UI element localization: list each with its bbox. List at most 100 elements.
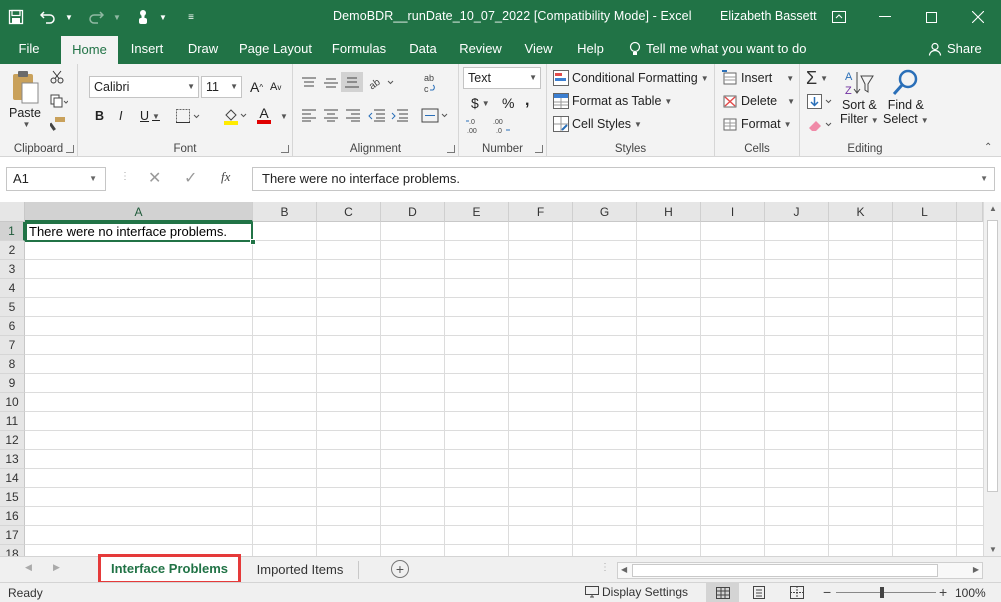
delete-cells-button[interactable]: Delete ▼ <box>722 93 795 109</box>
worksheet-grid[interactable]: A B C D E F G H I J K L 1 2 3 4 5 6 7 8 … <box>0 202 1001 556</box>
column-header-k[interactable]: K <box>829 202 893 222</box>
zoom-in-icon[interactable]: + <box>939 584 947 600</box>
fill-handle[interactable] <box>250 239 256 245</box>
tab-review[interactable]: Review <box>455 34 506 64</box>
sheet-scroll-right-icon[interactable]: ▶ <box>53 562 60 573</box>
row-header-4[interactable]: 4 <box>0 279 25 298</box>
collapse-ribbon-icon[interactable]: ⌃ <box>984 142 992 153</box>
decrease-font-size-button[interactable]: Av <box>270 81 281 93</box>
maximize-icon[interactable] <box>908 0 954 34</box>
align-left-icon[interactable] <box>301 108 317 122</box>
scroll-up-icon[interactable]: ▲ <box>989 204 997 213</box>
top-align-icon[interactable] <box>301 76 317 90</box>
paste-button[interactable]: Paste ▼ <box>9 70 41 129</box>
font-launcher-icon[interactable] <box>281 145 289 153</box>
decrease-indent-icon[interactable] <box>368 108 386 122</box>
display-settings-button[interactable]: Display Settings <box>585 585 688 599</box>
vertical-scrollbar[interactable]: ▲ ▼ <box>983 202 1001 556</box>
increase-font-size-button[interactable]: A ^ <box>250 79 263 95</box>
row-header-3[interactable]: 3 <box>0 260 25 279</box>
cut-icon[interactable] <box>50 70 64 84</box>
minimize-icon[interactable] <box>862 0 908 34</box>
column-header-h[interactable]: H <box>637 202 701 222</box>
sheet-tab-interface-problems[interactable]: Interface Problems <box>98 554 241 584</box>
row-header-2[interactable]: 2 <box>0 241 25 260</box>
insert-cells-button[interactable]: Insert ▼ <box>722 70 794 86</box>
bottom-align-icon[interactable] <box>341 72 363 92</box>
font-family-select[interactable]: Calibri ▼ <box>89 76 199 98</box>
row-header-17[interactable]: 17 <box>0 526 25 545</box>
touch-dropdown-icon[interactable]: ▼ <box>156 6 170 28</box>
column-header-a[interactable]: A <box>25 202 253 222</box>
column-header-d[interactable]: D <box>381 202 445 222</box>
paste-dropdown-icon[interactable]: ▼ <box>23 120 31 129</box>
name-box[interactable]: A1 ▼ <box>6 167 106 191</box>
align-right-icon[interactable] <box>345 108 361 122</box>
sort-filter-button[interactable]: AZ Sort & Filter ▼ <box>840 68 879 126</box>
wrap-text-icon[interactable]: ab c <box>423 72 439 94</box>
merge-center-icon[interactable] <box>421 108 451 124</box>
name-box-dropdown-icon[interactable]: ▼ <box>89 168 97 190</box>
touch-mode-icon[interactable] <box>136 6 150 28</box>
column-header-partial[interactable] <box>957 202 983 222</box>
font-color-button[interactable]: A <box>257 106 271 124</box>
user-name[interactable]: Elizabeth Bassett <box>720 9 817 23</box>
fill-icon[interactable] <box>807 94 835 110</box>
vertical-scroll-thumb[interactable] <box>987 220 998 492</box>
find-select-button[interactable]: Find & Select ▼ <box>883 68 929 126</box>
tab-home[interactable]: Home <box>61 36 118 64</box>
column-header-i[interactable]: I <box>701 202 765 222</box>
row-header-6[interactable]: 6 <box>0 317 25 336</box>
row-header-12[interactable]: 12 <box>0 431 25 450</box>
zoom-level[interactable]: 100% <box>955 586 986 600</box>
number-format-select[interactable]: Text ▼ <box>463 67 541 89</box>
column-header-j[interactable]: J <box>765 202 829 222</box>
borders-icon[interactable] <box>176 109 202 123</box>
row-header-13[interactable]: 13 <box>0 450 25 469</box>
row-header-7[interactable]: 7 <box>0 336 25 355</box>
cell-a1[interactable]: There were no interface problems. <box>25 222 253 242</box>
close-icon[interactable] <box>955 0 1001 34</box>
font-size-select[interactable]: 11 ▼ <box>201 76 242 98</box>
conditional-formatting-button[interactable]: Conditional Formatting ▼ <box>553 70 709 86</box>
italic-button[interactable]: I <box>119 109 122 123</box>
page-break-preview-icon[interactable] <box>790 586 804 602</box>
sheet-tab-imported-items[interactable]: Imported Items <box>245 557 355 582</box>
row-header-1[interactable]: 1 <box>0 222 25 241</box>
cell-styles-button[interactable]: Cell Styles ▼ <box>553 116 642 132</box>
formula-bar-splitter-icon[interactable]: ⋮ <box>120 171 130 182</box>
formula-input[interactable]: There were no interface problems. ▼ <box>252 167 995 191</box>
tab-insert[interactable]: Insert <box>124 34 170 64</box>
column-header-l[interactable]: L <box>893 202 957 222</box>
clipboard-launcher-icon[interactable] <box>66 145 74 153</box>
undo-dropdown-icon[interactable]: ▼ <box>62 6 76 28</box>
autosum-button[interactable]: Σ ▼ <box>806 68 828 89</box>
normal-view-icon[interactable] <box>706 583 739 602</box>
row-header-18[interactable]: 18 <box>0 545 25 556</box>
row-header-15[interactable]: 15 <box>0 488 25 507</box>
number-launcher-icon[interactable] <box>535 145 543 153</box>
row-header-16[interactable]: 16 <box>0 507 25 526</box>
tab-file[interactable]: File <box>8 34 50 64</box>
tell-me-search[interactable]: Tell me what you want to do <box>629 34 806 64</box>
tab-formulas[interactable]: Formulas <box>327 34 391 64</box>
tab-help[interactable]: Help <box>570 34 611 64</box>
insert-function-icon[interactable]: fx <box>221 169 230 185</box>
horizontal-scroll-thumb[interactable] <box>632 564 938 577</box>
decrease-decimal-icon[interactable]: .00.0 <box>492 117 512 135</box>
scroll-right-icon[interactable]: ▶ <box>973 565 979 574</box>
zoom-slider-track[interactable] <box>836 592 936 593</box>
clear-icon[interactable] <box>807 117 835 133</box>
row-header-10[interactable]: 10 <box>0 393 25 412</box>
tab-draw[interactable]: Draw <box>181 34 225 64</box>
page-layout-view-icon[interactable] <box>752 586 766 602</box>
underline-button[interactable]: U ▼ <box>140 109 160 123</box>
share-button[interactable]: Share <box>928 34 982 64</box>
customize-qat-icon[interactable]: ≡ <box>184 6 198 28</box>
column-header-c[interactable]: C <box>317 202 381 222</box>
save-icon[interactable] <box>8 6 24 28</box>
column-header-g[interactable]: G <box>573 202 637 222</box>
select-all-corner[interactable] <box>0 202 25 222</box>
format-painter-icon[interactable] <box>50 117 66 131</box>
zoom-out-icon[interactable]: − <box>823 584 831 600</box>
